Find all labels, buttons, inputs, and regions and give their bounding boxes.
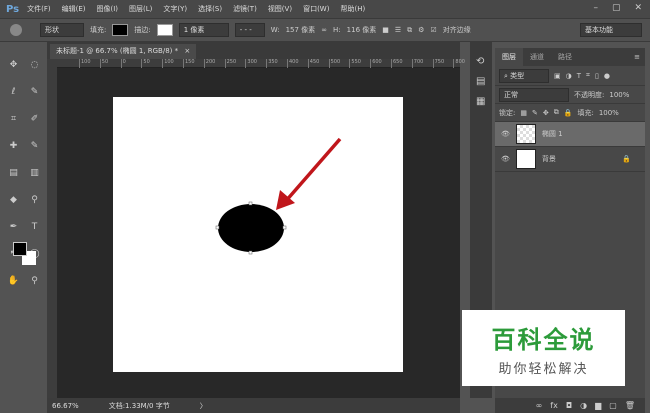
filter-smart-icon[interactable]: ▯ [595,72,599,80]
lock-all-icon[interactable]: 🔒 [564,109,573,117]
eye-icon[interactable]: 👁 [501,130,510,138]
tab-paths[interactable]: 路径 [551,48,579,66]
status-bar: 66.67% 文档:1.33M/0 字节 〉 [47,398,460,413]
properties-icon[interactable]: ▤ [476,76,485,87]
layer-thumbnail [515,149,536,169]
tool-icon-4[interactable]: ⌗ [7,112,21,126]
layers-panel-footer: ∞ fx ◘ ◑ ▆ ▢ 🗑 [495,398,645,413]
ellipse-shape[interactable] [218,204,284,252]
group-icon[interactable]: ▆ [595,401,601,410]
tool-icon-10[interactable]: ◆ [7,193,21,207]
tool-icon-7[interactable]: ✎ [28,139,42,153]
red-arrow [283,137,342,204]
filter-type-icon[interactable]: T [577,72,581,80]
foreground-color-front[interactable] [13,242,27,256]
tab-layers[interactable]: 图层 [495,48,523,66]
swatches-icon[interactable]: ▦ [476,96,485,107]
zoom-level[interactable]: 66.67% [52,402,79,410]
layer-row[interactable]: 👁 背景 🔒 [495,147,645,172]
panel-menu-icon[interactable]: ≡ [634,48,645,66]
tool-icon-2[interactable]: ℓ [7,85,21,99]
tool-icon-0[interactable]: ✥ [7,58,21,72]
layer-row[interactable]: 👁 椭圆 1 [495,122,645,147]
layer-name: 椭圆 1 [541,130,563,138]
link-layers-icon[interactable]: ∞ [536,401,543,410]
tool-icon-16[interactable]: ✋ [7,274,21,288]
tool-icon-6[interactable]: ✚ [7,139,21,153]
watermark-subtitle: 助你轻松解决 [498,362,589,377]
status-arrow[interactable]: 〉 [200,401,207,411]
document-size: 文档:1.33M/0 字节 [108,401,170,410]
tool-icon-13[interactable]: T [28,220,42,234]
opacity-field[interactable]: 100% [609,91,629,99]
opacity-label: 不透明度: [574,90,605,99]
layer-filter-dropdown[interactable]: ⌕ 类型 [499,68,549,83]
filter-toggle-icon[interactable]: ● [604,72,610,80]
lock-icon: 🔒 [622,155,631,163]
lock-label: 锁定: [499,108,516,117]
watermark-title: 百科全说 [491,326,596,354]
filter-pixel-icon[interactable]: ▣ [554,72,561,80]
lock-artboard-icon[interactable]: ⧉ [554,108,559,117]
tool-icon-9[interactable]: ▥ [28,166,42,180]
history-icon[interactable]: ⟲ [476,56,484,67]
tool-icon-1[interactable]: ◌ [28,58,42,72]
tab-channels[interactable]: 通道 [523,48,551,66]
trash-icon[interactable]: 🗑 [625,401,635,410]
lock-transparent-icon[interactable]: ▦ [520,109,527,117]
adjustment-icon[interactable]: ◑ [580,401,587,410]
fill-field[interactable]: 100% [599,109,619,117]
tool-icon-5[interactable]: ✐ [28,112,42,126]
layer-thumbnail [515,124,536,144]
fx-icon[interactable]: fx [550,401,558,410]
lock-paint-icon[interactable]: ✎ [532,109,538,117]
tool-icon-12[interactable]: ✒ [7,220,21,234]
fill-label: 填充: [577,108,594,117]
tool-icon-8[interactable]: ▤ [7,166,21,180]
tool-icon-11[interactable]: ⚲ [28,193,42,207]
eye-icon[interactable]: 👁 [501,155,510,163]
blend-mode-dropdown[interactable]: 正常 [499,87,569,102]
layer-name: 背景 [541,155,556,163]
mask-icon[interactable]: ◘ [566,401,572,410]
watermark: 百科全说 助你轻松解决 [462,310,625,386]
tool-icon-3[interactable]: ✎ [28,85,42,99]
filter-adjust-icon[interactable]: ◑ [566,72,572,80]
tool-icon-17[interactable]: ⚲ [28,274,42,288]
filter-label: 类型 [510,71,525,80]
filter-shape-icon[interactable]: ⌗ [586,71,590,80]
lock-move-icon[interactable]: ✥ [543,109,549,117]
new-layer-icon[interactable]: ▢ [609,401,617,410]
